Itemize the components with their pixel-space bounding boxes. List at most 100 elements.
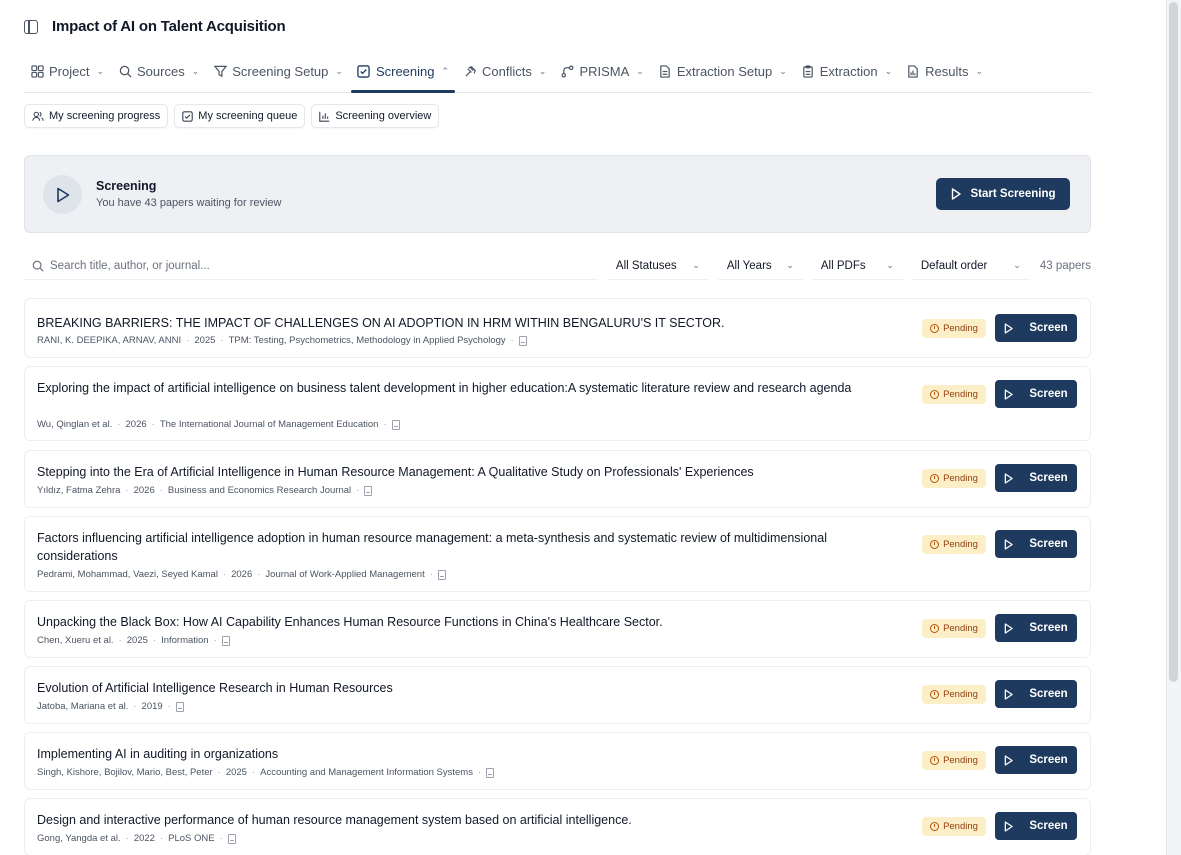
page-scrollbar[interactable] — [1166, 0, 1181, 855]
search-icon — [32, 260, 44, 272]
paper-card[interactable]: Factors influencing artificial intellige… — [24, 516, 1091, 592]
document-icon — [658, 64, 672, 78]
my-screening-progress-button[interactable]: My screening progress — [24, 104, 169, 128]
screen-button[interactable]: Screen — [995, 614, 1077, 642]
pdf-icon[interactable] — [437, 569, 446, 580]
chevron-down-icon: ⌄ — [191, 65, 200, 76]
screen-button-label: Screen — [1029, 388, 1068, 400]
tab-screening[interactable]: Screening ⌃ — [350, 52, 456, 93]
play-icon — [1005, 688, 1014, 700]
paper-card[interactable]: BREAKING BARRIERS: THE IMPACT OF CHALLEN… — [24, 298, 1091, 358]
screening-banner: Screening You have 43 papers waiting for… — [24, 155, 1091, 233]
pdf-icon[interactable] — [364, 485, 373, 496]
sort-order-select[interactable]: Default order ⌄ — [911, 252, 1030, 280]
status-badge: Pending — [922, 751, 986, 770]
screen-button[interactable]: Screen — [995, 812, 1077, 840]
screening-overview-button[interactable]: Screening overview — [311, 104, 440, 128]
screen-button[interactable]: Screen — [995, 380, 1077, 408]
paper-title[interactable]: Implementing AI in auditing in organizat… — [37, 745, 897, 763]
tab-label: Sources — [137, 63, 185, 79]
screen-button[interactable]: Screen — [995, 464, 1077, 492]
chevron-down-icon: ⌄ — [786, 260, 794, 270]
screen-button[interactable]: Screen — [995, 530, 1077, 558]
tab-label: Results — [925, 63, 969, 79]
year-filter-select[interactable]: All Years ⌄ — [717, 252, 803, 280]
paper-title[interactable]: Exploring the impact of artificial intel… — [37, 379, 897, 397]
tab-extraction-setup[interactable]: Extraction Setup ⌄ — [652, 52, 793, 90]
status-filter-select[interactable]: All Statuses ⌄ — [606, 252, 709, 280]
paper-card[interactable]: Stepping into the Era of Artificial Inte… — [24, 450, 1091, 508]
paper-title[interactable]: Design and interactive performance of hu… — [37, 811, 897, 829]
clock-icon — [930, 540, 940, 549]
paper-authors: Chen, Xueru et al. — [37, 635, 114, 646]
paper-card[interactable]: Exploring the impact of artificial intel… — [24, 366, 1091, 441]
paper-title[interactable]: Factors influencing artificial intellige… — [37, 529, 897, 565]
paper-meta: RANI, K. DEEPIKA, ARNAV, ANNI · 2025 · TPM… — [37, 335, 527, 346]
tab-label: Extraction Setup — [676, 63, 773, 79]
tab-conflicts[interactable]: Conflicts ⌄ — [457, 52, 552, 90]
paper-meta: Pedrami, Mohammad, Vaezi, Seyed Kamal · 2… — [37, 569, 446, 580]
search-icon — [118, 64, 132, 78]
tab-prisma[interactable]: PRISMA ⌄ — [554, 52, 649, 90]
tab-sources[interactable]: Sources ⌄ — [112, 52, 205, 90]
screen-button-label: Screen — [1029, 538, 1068, 550]
status-badge: Pending — [922, 469, 986, 488]
play-icon — [1005, 388, 1014, 400]
start-screening-button[interactable]: Start Screening — [936, 178, 1070, 210]
status-filter-value: All Statuses — [615, 259, 677, 272]
paper-card[interactable]: Implementing AI in auditing in organizat… — [24, 732, 1091, 790]
paper-title[interactable]: Evolution of Artificial Intelligence Res… — [37, 679, 897, 697]
tab-project[interactable]: Project ⌄ — [24, 52, 110, 90]
page-header: Impact of AI on Talent Acquisition — [24, 18, 286, 35]
pdf-icon[interactable] — [227, 833, 236, 844]
tab-label: PRISMA — [579, 63, 630, 79]
paper-journal: The International Journal of Management … — [159, 419, 379, 430]
tab-results[interactable]: Results ⌄ — [900, 52, 989, 90]
screen-button[interactable]: Screen — [995, 746, 1077, 774]
paper-count: 43 papers — [1039, 260, 1091, 272]
banner-subtitle: You have 43 papers waiting for review — [96, 197, 282, 209]
pdf-icon[interactable] — [391, 419, 400, 430]
filter-bar: All Statuses ⌄ All Years ⌄ All PDFs ⌄ De… — [24, 252, 1091, 280]
play-icon — [951, 188, 961, 200]
paper-year: 2026 — [125, 419, 147, 430]
sidebar-toggle-icon[interactable] — [24, 19, 38, 34]
status-label: Pending — [943, 323, 978, 334]
paper-title[interactable]: Stepping into the Era of Artificial Inte… — [37, 463, 897, 481]
paper-authors: RANI, K. DEEPIKA, ARNAV, ANNI — [37, 335, 182, 346]
paper-card[interactable]: Design and interactive performance of hu… — [24, 798, 1091, 855]
play-icon — [1005, 820, 1014, 832]
paper-meta: Yıldız, Fatma Zehra · 2026 · Business and … — [37, 485, 373, 496]
play-icon — [1005, 538, 1014, 550]
scrollbar-thumb[interactable] — [1169, 2, 1178, 682]
paper-year: 2026 — [231, 569, 253, 580]
screen-button[interactable]: Screen — [995, 680, 1077, 708]
play-icon — [43, 175, 82, 214]
status-badge: Pending — [922, 619, 986, 638]
pdf-icon[interactable] — [221, 635, 230, 646]
chevron-down-icon: ⌄ — [884, 65, 893, 76]
tab-screening-setup[interactable]: Screening Setup ⌄ — [207, 52, 349, 90]
status-badge: Pending — [922, 385, 986, 404]
start-screening-label: Start Screening — [970, 188, 1056, 200]
screen-button[interactable]: Screen — [995, 314, 1077, 342]
pdf-icon[interactable] — [518, 335, 527, 346]
paper-authors: Jatoba, Mariana et al. — [37, 701, 129, 712]
paper-card[interactable]: Unpacking the Black Box: How AI Capabili… — [24, 600, 1091, 658]
status-label: Pending — [943, 755, 978, 766]
tab-extraction[interactable]: Extraction ⌄ — [795, 52, 898, 90]
my-screening-queue-button[interactable]: My screening queue — [174, 104, 306, 128]
pdf-icon[interactable] — [486, 767, 495, 778]
pdf-icon[interactable] — [175, 701, 184, 712]
paper-title[interactable]: Unpacking the Black Box: How AI Capabili… — [37, 613, 897, 631]
search-input[interactable] — [50, 259, 570, 272]
pdf-filter-select[interactable]: All PDFs ⌄ — [811, 252, 903, 280]
paper-authors: Yıldız, Fatma Zehra — [37, 485, 121, 496]
clock-icon — [930, 624, 940, 633]
paper-title[interactable]: BREAKING BARRIERS: THE IMPACT OF CHALLEN… — [37, 314, 897, 332]
paper-card[interactable]: Evolution of Artificial Intelligence Res… — [24, 666, 1091, 724]
chevron-up-icon: ⌃ — [441, 65, 450, 76]
paper-journal: TPM: Testing, Psychometrics, Methodology… — [228, 335, 506, 346]
subnav-label: My screening queue — [198, 110, 298, 122]
main-nav: Project ⌄ Sources ⌄ Screening Setup ⌄ Sc… — [24, 52, 1092, 93]
